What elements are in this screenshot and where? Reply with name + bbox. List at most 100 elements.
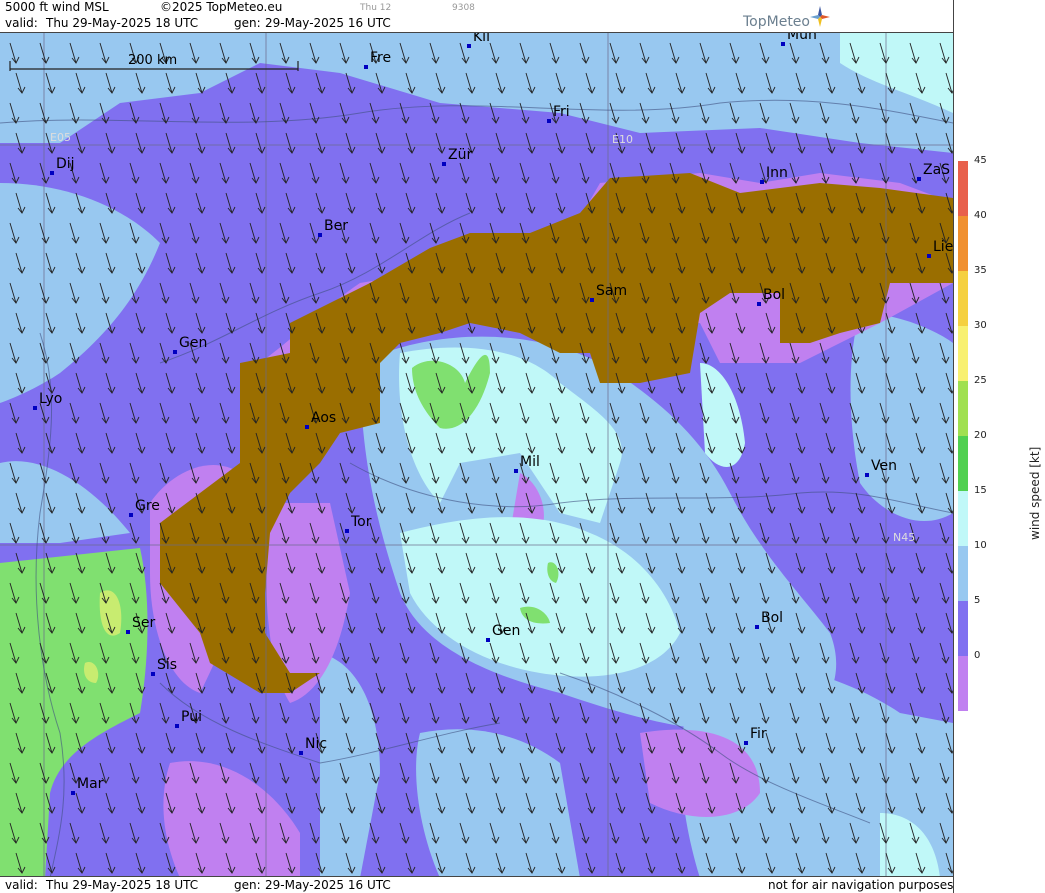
wind-arrow	[195, 612, 206, 634]
city-marker	[467, 44, 471, 48]
wind-arrow	[69, 822, 80, 844]
wind-arrow	[495, 492, 506, 514]
wind-arrow	[435, 792, 446, 814]
wind-arrow	[219, 162, 230, 184]
city-label: Pui	[181, 709, 202, 725]
wind-arrow	[849, 342, 860, 364]
wind-arrow	[789, 402, 800, 424]
wind-arrow	[249, 702, 260, 724]
city-label: Inn	[766, 165, 788, 181]
wind-arrow	[9, 402, 20, 424]
wind-arrow	[549, 282, 560, 304]
city-label: Ber	[324, 218, 348, 234]
wind-arrow	[819, 462, 830, 484]
wind-arrow	[879, 522, 890, 544]
wind-arrow	[519, 282, 530, 304]
wind-arrow	[405, 552, 416, 574]
wind-arrow	[585, 312, 596, 334]
wind-arrow	[639, 222, 650, 244]
legend-swatch	[958, 326, 968, 381]
wind-arrow	[699, 762, 710, 784]
wind-arrow	[579, 642, 590, 664]
city-marker	[71, 791, 75, 795]
wind-arrow	[579, 342, 590, 364]
wind-arrow	[945, 192, 953, 214]
wind-arrow	[915, 792, 926, 814]
wind-arrow	[729, 402, 740, 424]
wind-arrow	[639, 282, 650, 304]
wind-arrow	[255, 252, 266, 274]
wind-arrow	[759, 822, 770, 844]
wind-arrow	[825, 72, 836, 94]
wind-arrow	[825, 132, 836, 154]
wind-arrow	[189, 102, 200, 124]
topmeteo-logo[interactable]: TopMeteo	[743, 4, 853, 30]
wind-arrow	[669, 222, 680, 244]
wind-arrow	[15, 372, 26, 394]
wind-map[interactable]: 200 km E05 E10 N45 Kli Mun Fre Fri Dij Zür Inn…	[0, 32, 953, 877]
wind-arrow	[309, 582, 320, 604]
wind-arrow	[945, 492, 953, 514]
wind-arrow	[309, 42, 320, 64]
wind-arrow	[765, 492, 776, 514]
wind-arrow	[789, 522, 800, 544]
wind-arrow	[729, 822, 740, 844]
wind-arrow	[15, 732, 26, 754]
wind-arrow	[555, 72, 566, 94]
wind-arrow	[549, 162, 560, 184]
city-marker	[547, 119, 551, 123]
wind-arrow	[939, 102, 950, 124]
wind-arrow	[225, 312, 236, 334]
wind-arrow	[855, 252, 866, 274]
wind-arrow	[489, 762, 500, 784]
wind-arrow	[495, 852, 506, 874]
wind-arrow	[609, 522, 620, 544]
wind-arrow	[225, 192, 236, 214]
wind-arrow	[195, 372, 206, 394]
wind-arrow	[885, 252, 896, 274]
wind-arrow	[135, 432, 146, 454]
wind-arrow	[69, 282, 80, 304]
city-label: Dij	[56, 156, 75, 172]
city-marker	[50, 171, 54, 175]
wind-arrow	[585, 552, 596, 574]
wind-arrow	[885, 552, 896, 574]
wind-arrow	[639, 822, 650, 844]
wind-arrow	[225, 372, 236, 394]
wind-arrow	[369, 102, 380, 124]
wind-arrow	[219, 822, 230, 844]
wind-arrow	[15, 192, 26, 214]
wind-arrow	[405, 732, 416, 754]
compass-icon	[810, 6, 830, 27]
legend-swatch	[958, 656, 968, 711]
wind-arrow	[219, 522, 230, 544]
wind-arrow	[39, 462, 50, 484]
city-label: Fri	[553, 104, 570, 120]
wind-arrow	[189, 822, 200, 844]
wind-arrow	[129, 702, 140, 724]
wind-arrow	[105, 552, 116, 574]
wind-arrow	[159, 102, 170, 124]
wind-arrow	[885, 492, 896, 514]
city-marker	[442, 162, 446, 166]
wind-arrow	[429, 582, 440, 604]
wind-arrow	[759, 462, 770, 484]
wind-arrow	[615, 252, 626, 274]
wind-arrow	[639, 702, 650, 724]
city-label: Gre	[135, 498, 160, 514]
wind-arrow	[339, 42, 350, 64]
legend-tick: 20	[974, 430, 987, 441]
wind-arrow	[909, 102, 920, 124]
wind-arrow	[915, 492, 926, 514]
wind-arrow	[735, 72, 746, 94]
wind-arrow	[909, 402, 920, 424]
wind-arrow	[825, 432, 836, 454]
wind-arrow	[525, 252, 536, 274]
wind-arrow	[819, 282, 830, 304]
wind-arrow	[99, 462, 110, 484]
wind-arrow	[729, 282, 740, 304]
wind-arrow	[429, 222, 440, 244]
wind-arrow	[75, 672, 86, 694]
wind-arrow	[555, 852, 566, 874]
wind-arrow	[9, 702, 20, 724]
